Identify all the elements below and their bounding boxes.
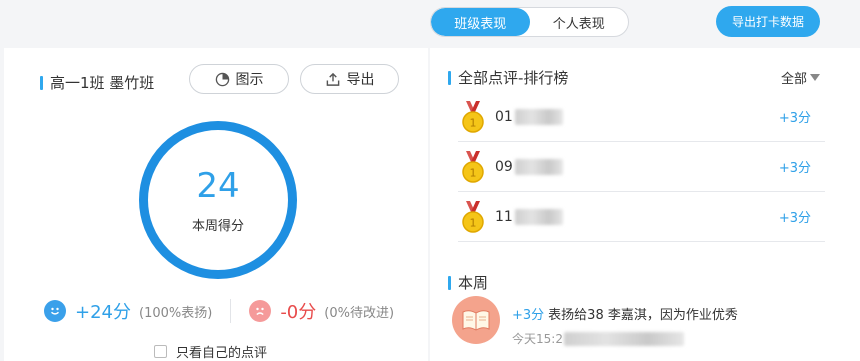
week-comment-time: 今天15:2: [512, 330, 684, 347]
ranking-row[interactable]: 1 01 +3分: [458, 92, 825, 142]
student-id: 01: [495, 108, 513, 125]
gold-medal-icon: 1: [462, 200, 484, 233]
performance-tab-switch: 班级表现 个人表现: [430, 7, 629, 37]
gold-medal-icon: 1: [462, 150, 484, 183]
chart-view-label: 图示: [235, 72, 264, 88]
week-title: 本周: [448, 272, 488, 293]
praise-stats: +24分 (100%表扬) -0分 (0%待改进): [44, 298, 394, 324]
only-mine-checkbox[interactable]: [154, 345, 167, 358]
week-comment-body: 表扬给38 李嘉淇，因为作业优秀: [548, 308, 738, 323]
tab-personal-performance[interactable]: 个人表现: [530, 8, 629, 36]
svg-text:1: 1: [470, 216, 477, 229]
top-bar: 班级表现 个人表现 导出打卡数据: [0, 0, 860, 48]
ranking-student-name: 11: [495, 208, 563, 225]
only-mine-filter[interactable]: 只看自己的点评: [154, 342, 267, 361]
week-comment-time-text: 今天15:2: [512, 332, 563, 346]
class-summary-panel: 高一1班 墨竹班 图示 导出 24 本周得分 +24分 (100%表扬) -0分…: [4, 48, 428, 361]
ranking-title: 全部点评-排行榜: [448, 67, 568, 88]
week-comment-points: +3分: [512, 308, 545, 323]
negative-percent: (0%待改进): [324, 305, 395, 321]
class-title: 高一1班 墨竹班: [40, 72, 154, 93]
title-accent-bar: [448, 275, 451, 290]
filter-label: 全部: [781, 72, 808, 87]
week-comment-text: +3分 表扬给38 李嘉淇，因为作业优秀: [512, 304, 738, 323]
student-id: 09: [495, 158, 513, 175]
positive-points: +24分: [75, 302, 131, 323]
week-comment-item[interactable]: +3分 表扬给38 李嘉淇，因为作业优秀 今天15:2: [452, 296, 852, 356]
ranking-title-text: 全部点评-排行榜: [458, 69, 569, 87]
ranking-filter-dropdown[interactable]: 全部: [781, 68, 821, 87]
book-thumbnail-icon: [452, 296, 500, 344]
class-title-text: 高一1班 墨竹班: [50, 74, 155, 92]
title-accent-bar: [448, 70, 451, 85]
smile-icon: [44, 300, 66, 322]
ranking-student-name: 01: [495, 108, 563, 125]
svg-text:1: 1: [470, 166, 477, 179]
stats-divider: [230, 299, 232, 323]
pie-chart-icon: [215, 72, 229, 86]
blurred-name: [514, 208, 563, 225]
weekly-score-value: 24: [196, 165, 240, 206]
ranking-row[interactable]: 1 09 +3分: [458, 142, 825, 192]
ranking-points: +3分: [778, 211, 811, 226]
title-accent-bar: [40, 75, 43, 90]
student-id: 11: [495, 208, 513, 225]
export-button[interactable]: 导出: [300, 64, 399, 94]
blurred-name: [514, 158, 563, 175]
gold-medal-icon: 1: [462, 100, 484, 133]
only-mine-label: 只看自己的点评: [176, 346, 268, 361]
ranking-panel: 全部点评-排行榜 全部 1 01 +3分 1 09 +3分 1 11 +3分 本…: [430, 48, 860, 361]
svg-text:1: 1: [470, 116, 477, 129]
export-label: 导出: [346, 72, 375, 88]
blurred-name: [514, 108, 563, 125]
upload-icon: [326, 72, 339, 86]
frown-icon: [249, 300, 272, 322]
ranking-row[interactable]: 1 11 +3分: [458, 192, 825, 242]
ranking-student-name: 09: [495, 158, 563, 175]
caret-down-icon: [810, 74, 821, 81]
weekly-score-ring: 24 本周得分: [139, 121, 297, 279]
positive-percent: (100%表扬): [139, 305, 213, 321]
week-title-text: 本周: [458, 274, 489, 292]
export-checkin-data-button[interactable]: 导出打卡数据: [716, 6, 820, 37]
tab-class-performance[interactable]: 班级表现: [431, 8, 530, 36]
weekly-score-label: 本周得分: [191, 218, 244, 234]
negative-points: -0分: [280, 302, 317, 323]
blurred-timestamp: [563, 331, 684, 346]
ranking-points: +3分: [778, 161, 811, 176]
chart-view-button[interactable]: 图示: [189, 64, 289, 94]
ranking-points: +3分: [778, 111, 811, 126]
